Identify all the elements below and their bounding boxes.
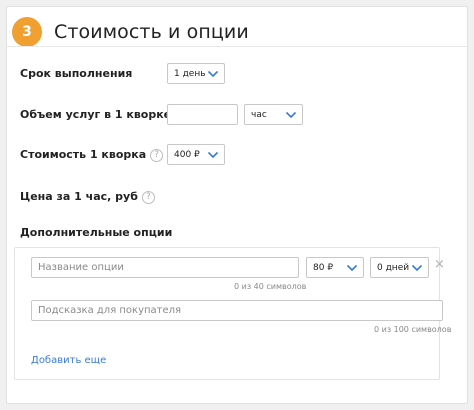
price-label: Стоимость 1 кворка? (20, 148, 164, 162)
price-label-text: Стоимость 1 кворка (20, 148, 147, 161)
option-price-select[interactable]: 80 ₽ (306, 257, 364, 278)
option-price-value: 80 ₽ (313, 262, 334, 273)
volume-input[interactable] (167, 104, 238, 125)
deadline-select-value: 1 день (174, 68, 206, 79)
option-name-input[interactable] (31, 257, 299, 278)
option-hint-input[interactable] (31, 300, 443, 321)
option-name-counter: 0 из 40 символов (234, 282, 307, 291)
chevron-down-icon (207, 70, 219, 78)
volume-label: Объем услуг в 1 кворке? (20, 108, 189, 122)
volume-unit-select[interactable]: час (244, 104, 303, 125)
chevron-down-icon (207, 151, 219, 159)
volume-label-text: Объем услуг в 1 кворке (20, 108, 172, 121)
chevron-down-icon (285, 111, 297, 119)
step-number-badge: 3 (12, 17, 42, 47)
deadline-select[interactable]: 1 день (167, 63, 225, 84)
option-hint-counter: 0 из 100 символов (374, 325, 452, 334)
extra-options-label: Дополнительные опции (20, 226, 173, 239)
option-days-value: 0 дней (377, 262, 410, 273)
add-more-link[interactable]: Добавить еще (31, 355, 106, 366)
help-icon[interactable]: ? (141, 190, 155, 204)
chevron-down-icon (411, 264, 423, 272)
hourly-price-label: Цена за 1 час, руб? (20, 190, 155, 204)
chevron-down-icon (346, 264, 358, 272)
hourly-price-label-text: Цена за 1 час, руб (20, 190, 138, 203)
section-title: Стоимость и опции (54, 21, 249, 43)
option-days-select[interactable]: 0 дней (370, 257, 429, 278)
deadline-label: Срок выполнения (20, 67, 133, 80)
price-select-value: 400 ₽ (174, 149, 200, 160)
close-icon[interactable]: × (434, 258, 445, 272)
volume-unit-value: час (251, 109, 267, 120)
price-select[interactable]: 400 ₽ (167, 144, 225, 165)
header-divider (7, 46, 467, 47)
help-icon[interactable]: ? (150, 148, 164, 162)
